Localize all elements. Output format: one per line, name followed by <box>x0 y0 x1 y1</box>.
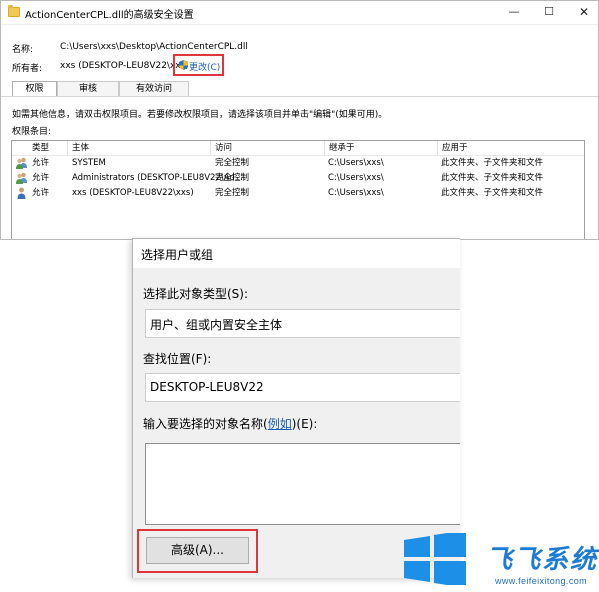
watermark-url: www.feifeixitong.com <box>495 576 588 586</box>
table-row[interactable]: 允许 Administrators (DESKTOP-LEU8V22\Ad...… <box>12 171 584 186</box>
tab-effective-access[interactable]: 有效访问 <box>119 81 189 96</box>
change-owner-link[interactable]: 更改(C) <box>189 60 220 73</box>
permission-entries-table: 类型 主体 访问 继承于 应用于 允许 SYSTEM 完全控制 C:\Users… <box>11 140 585 239</box>
row-access: 完全控制 <box>215 158 250 168</box>
tab-divider <box>1 96 598 97</box>
advanced-security-window: ActionCenterCPL.dll的高级安全设置 — ☐ ✕ 名称: C:\… <box>0 0 599 240</box>
object-names-label-prefix: 输入要选择的对象名称( <box>143 417 268 431</box>
folder-icon <box>8 5 20 17</box>
row-principal: xxs (DESKTOP-LEU8V22\xxs) <box>72 188 194 198</box>
group-icon <box>16 157 27 169</box>
column-header-access[interactable]: 访问 <box>211 141 325 155</box>
row-type: 允许 <box>32 188 50 198</box>
row-access: 完全控制 <box>215 173 250 183</box>
table-row[interactable]: 允许 xxs (DESKTOP-LEU8V22\xxs) 完全控制 C:\Use… <box>12 186 584 201</box>
row-inherited-from: C:\Users\xxs\ <box>328 158 384 168</box>
row-type: 允许 <box>32 173 50 183</box>
object-names-label: 输入要选择的对象名称(例如)(E): <box>143 415 317 432</box>
dialog-titlebar: 选择用户或组 <box>133 239 460 268</box>
watermark-brand-text: 飞飞系统 <box>486 545 599 575</box>
maximize-button[interactable]: ☐ <box>534 1 564 23</box>
object-type-field: 用户、组或内置安全主体 <box>145 309 460 338</box>
row-type: 允许 <box>32 158 50 168</box>
row-principal: SYSTEM <box>72 158 106 168</box>
uac-shield-icon <box>179 60 188 70</box>
row-applies-to: 此文件夹、子文件夹和文件 <box>441 158 544 168</box>
tab-permissions[interactable]: 权限 <box>12 81 57 97</box>
change-owner-highlight: 更改(C) <box>173 54 224 76</box>
object-type-label: 选择此对象类型(S): <box>143 287 249 301</box>
advanced-button[interactable]: 高级(A)... <box>146 537 249 564</box>
dialog-title: 选择用户或组 <box>141 248 214 262</box>
column-header-principal[interactable]: 主体 <box>68 141 211 155</box>
select-users-dialog: 选择用户或组 选择此对象类型(S): 用户、组或内置安全主体 查找位置(F): … <box>132 238 460 578</box>
window-titlebar: ActionCenterCPL.dll的高级安全设置 — ☐ ✕ <box>1 1 598 25</box>
column-header-type[interactable]: 类型 <box>12 141 68 155</box>
column-header-inherited-from[interactable]: 继承于 <box>325 141 438 155</box>
name-label: 名称: <box>12 45 34 55</box>
windows-logo-icon <box>404 533 466 585</box>
location-field: DESKTOP-LEU8V22 <box>145 373 460 402</box>
group-icon <box>16 172 27 184</box>
minimize-button[interactable]: — <box>499 1 529 23</box>
row-applies-to: 此文件夹、子文件夹和文件 <box>441 173 544 183</box>
window-title: ActionCenterCPL.dll的高级安全设置 <box>25 10 194 21</box>
owner-label: 所有者: <box>12 64 43 74</box>
table-row[interactable]: 允许 SYSTEM 完全控制 C:\Users\xxs\ 此文件夹、子文件夹和文… <box>12 156 584 171</box>
tab-auditing[interactable]: 审核 <box>57 81 119 96</box>
row-applies-to: 此文件夹、子文件夹和文件 <box>441 188 544 198</box>
column-header-applies-to[interactable]: 应用于 <box>438 141 584 155</box>
object-names-label-suffix: )(E): <box>291 417 318 431</box>
row-inherited-from: C:\Users\xxs\ <box>328 173 384 183</box>
user-icon <box>17 187 26 199</box>
object-names-textarea[interactable] <box>145 443 460 525</box>
location-label: 查找位置(F): <box>143 352 212 366</box>
site-watermark: 飞飞系统 www.feifeixitong.com <box>404 533 599 589</box>
hint-text: 如需其他信息，请双击权限项目。若要修改权限项目，请选择该项目并单击"编辑"(如果… <box>12 110 388 120</box>
row-access: 完全控制 <box>215 188 250 198</box>
name-value: C:\Users\xxs\Desktop\ActionCenterCPL.dll <box>60 42 248 52</box>
advanced-button-highlight: 高级(A)... <box>137 529 258 573</box>
owner-value: xxs (DESKTOP-LEU8V22\xxs) <box>60 61 189 71</box>
row-inherited-from: C:\Users\xxs\ <box>328 188 384 198</box>
object-type-value: 用户、组或内置安全主体 <box>150 318 283 332</box>
permission-entries-label: 权限条目: <box>12 127 52 137</box>
close-button[interactable]: ✕ <box>569 1 598 23</box>
location-value: DESKTOP-LEU8V22 <box>150 380 264 394</box>
examples-link[interactable]: 例如 <box>268 417 292 431</box>
